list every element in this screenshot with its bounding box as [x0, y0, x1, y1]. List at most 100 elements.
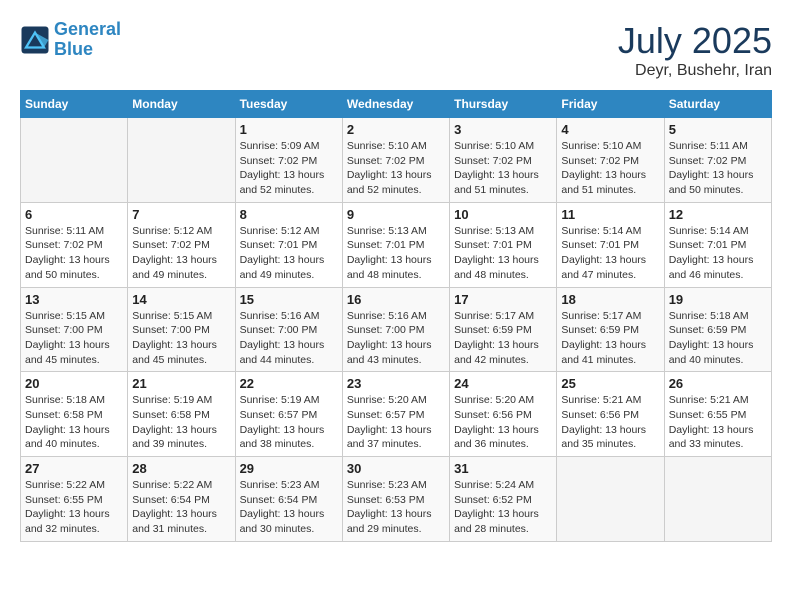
calendar-cell: 24 Sunrise: 5:20 AM Sunset: 6:56 PM Dayli… — [450, 372, 557, 457]
day-info: Sunrise: 5:20 AM Sunset: 6:57 PM Dayligh… — [347, 393, 445, 452]
day-info: Sunrise: 5:14 AM Sunset: 7:01 PM Dayligh… — [561, 224, 659, 283]
title-block: July 2025 Deyr, Bushehr, Iran — [618, 20, 772, 80]
calendar-week-row: 6Sunrise: 5:11 AM Sunset: 7:02 PM Daylig… — [21, 202, 772, 287]
day-number: 3 — [454, 122, 552, 137]
calendar-cell: 19 Sunrise: 5:18 AM Sunset: 6:59 PM Dayli… — [664, 287, 771, 372]
day-number: 15 — [240, 292, 338, 307]
calendar-cell: 10 Sunrise: 5:13 AM Sunset: 7:01 PM Dayli… — [450, 202, 557, 287]
calendar-table: SundayMondayTuesdayWednesdayThursdayFrid… — [20, 90, 772, 542]
day-number: 24 — [454, 376, 552, 391]
day-number: 27 — [25, 461, 123, 476]
calendar-week-row: 20 Sunrise: 5:18 AM Sunset: 6:58 PM Dayli… — [21, 372, 772, 457]
day-info: Sunrise: 5:18 AM Sunset: 6:58 PM Dayligh… — [25, 393, 123, 452]
day-number: 6 — [25, 207, 123, 222]
day-number: 30 — [347, 461, 445, 476]
day-number: 1 — [240, 122, 338, 137]
calendar-cell: 3Sunrise: 5:10 AM Sunset: 7:02 PM Daylig… — [450, 118, 557, 203]
calendar-cell — [664, 457, 771, 542]
calendar-cell: 12 Sunrise: 5:14 AM Sunset: 7:01 PM Dayli… — [664, 202, 771, 287]
day-info: Sunrise: 5:22 AM Sunset: 6:54 PM Dayligh… — [132, 478, 230, 537]
calendar-cell: 25 Sunrise: 5:21 AM Sunset: 6:56 PM Dayli… — [557, 372, 664, 457]
calendar-cell: 18 Sunrise: 5:17 AM Sunset: 6:59 PM Dayli… — [557, 287, 664, 372]
calendar-cell: 5Sunrise: 5:11 AM Sunset: 7:02 PM Daylig… — [664, 118, 771, 203]
page-header: General Blue July 2025 Deyr, Bushehr, Ir… — [20, 20, 772, 80]
calendar-header-row: SundayMondayTuesdayWednesdayThursdayFrid… — [21, 91, 772, 118]
day-header-tuesday: Tuesday — [235, 91, 342, 118]
logo-text: General Blue — [54, 20, 121, 60]
logo-icon — [20, 25, 50, 55]
calendar-cell: 8 Sunrise: 5:12 AM Sunset: 7:01 PM Daylig… — [235, 202, 342, 287]
calendar-cell: 31Sunrise: 5:24 AM Sunset: 6:52 PM Dayli… — [450, 457, 557, 542]
day-number: 2 — [347, 122, 445, 137]
day-info: Sunrise: 5:09 AM Sunset: 7:02 PM Dayligh… — [240, 139, 338, 198]
calendar-cell: 1 Sunrise: 5:09 AM Sunset: 7:02 PM Daylig… — [235, 118, 342, 203]
calendar-cell: 14Sunrise: 5:15 AM Sunset: 7:00 PM Dayli… — [128, 287, 235, 372]
day-info: Sunrise: 5:17 AM Sunset: 6:59 PM Dayligh… — [561, 309, 659, 368]
day-info: Sunrise: 5:12 AM Sunset: 7:02 PM Dayligh… — [132, 224, 230, 283]
day-info: Sunrise: 5:12 AM Sunset: 7:01 PM Dayligh… — [240, 224, 338, 283]
calendar-cell: 4 Sunrise: 5:10 AM Sunset: 7:02 PM Daylig… — [557, 118, 664, 203]
day-info: Sunrise: 5:22 AM Sunset: 6:55 PM Dayligh… — [25, 478, 123, 537]
calendar-cell: 22 Sunrise: 5:19 AM Sunset: 6:57 PM Dayli… — [235, 372, 342, 457]
calendar-cell: 15 Sunrise: 5:16 AM Sunset: 7:00 PM Dayli… — [235, 287, 342, 372]
day-info: Sunrise: 5:18 AM Sunset: 6:59 PM Dayligh… — [669, 309, 767, 368]
day-number: 13 — [25, 292, 123, 307]
day-info: Sunrise: 5:14 AM Sunset: 7:01 PM Dayligh… — [669, 224, 767, 283]
day-info: Sunrise: 5:11 AM Sunset: 7:02 PM Dayligh… — [669, 139, 767, 198]
day-number: 22 — [240, 376, 338, 391]
day-number: 20 — [25, 376, 123, 391]
day-number: 21 — [132, 376, 230, 391]
day-number: 25 — [561, 376, 659, 391]
calendar-cell — [557, 457, 664, 542]
day-info: Sunrise: 5:23 AM Sunset: 6:53 PM Dayligh… — [347, 478, 445, 537]
day-number: 7 — [132, 207, 230, 222]
day-info: Sunrise: 5:10 AM Sunset: 7:02 PM Dayligh… — [347, 139, 445, 198]
day-info: Sunrise: 5:19 AM Sunset: 6:57 PM Dayligh… — [240, 393, 338, 452]
calendar-cell: 9 Sunrise: 5:13 AM Sunset: 7:01 PM Daylig… — [342, 202, 449, 287]
day-number: 19 — [669, 292, 767, 307]
calendar-cell: 20 Sunrise: 5:18 AM Sunset: 6:58 PM Dayli… — [21, 372, 128, 457]
day-number: 4 — [561, 122, 659, 137]
day-number: 26 — [669, 376, 767, 391]
day-number: 10 — [454, 207, 552, 222]
day-number: 11 — [561, 207, 659, 222]
calendar-week-row: 13Sunrise: 5:15 AM Sunset: 7:00 PM Dayli… — [21, 287, 772, 372]
calendar-cell: 26Sunrise: 5:21 AM Sunset: 6:55 PM Dayli… — [664, 372, 771, 457]
day-header-wednesday: Wednesday — [342, 91, 449, 118]
day-number: 12 — [669, 207, 767, 222]
day-info: Sunrise: 5:13 AM Sunset: 7:01 PM Dayligh… — [347, 224, 445, 283]
day-number: 14 — [132, 292, 230, 307]
day-info: Sunrise: 5:19 AM Sunset: 6:58 PM Dayligh… — [132, 393, 230, 452]
logo: General Blue — [20, 20, 121, 60]
day-number: 18 — [561, 292, 659, 307]
day-number: 17 — [454, 292, 552, 307]
day-info: Sunrise: 5:20 AM Sunset: 6:56 PM Dayligh… — [454, 393, 552, 452]
day-number: 29 — [240, 461, 338, 476]
day-info: Sunrise: 5:16 AM Sunset: 7:00 PM Dayligh… — [347, 309, 445, 368]
day-info: Sunrise: 5:16 AM Sunset: 7:00 PM Dayligh… — [240, 309, 338, 368]
day-info: Sunrise: 5:24 AM Sunset: 6:52 PM Dayligh… — [454, 478, 552, 537]
calendar-cell — [21, 118, 128, 203]
calendar-cell: 21 Sunrise: 5:19 AM Sunset: 6:58 PM Dayli… — [128, 372, 235, 457]
month-title: July 2025 — [618, 20, 772, 62]
day-number: 28 — [132, 461, 230, 476]
day-header-sunday: Sunday — [21, 91, 128, 118]
day-header-saturday: Saturday — [664, 91, 771, 118]
logo-line1: General — [54, 19, 121, 39]
day-header-monday: Monday — [128, 91, 235, 118]
calendar-cell: 29Sunrise: 5:23 AM Sunset: 6:54 PM Dayli… — [235, 457, 342, 542]
calendar-cell: 23Sunrise: 5:20 AM Sunset: 6:57 PM Dayli… — [342, 372, 449, 457]
day-info: Sunrise: 5:17 AM Sunset: 6:59 PM Dayligh… — [454, 309, 552, 368]
day-info: Sunrise: 5:21 AM Sunset: 6:56 PM Dayligh… — [561, 393, 659, 452]
day-info: Sunrise: 5:10 AM Sunset: 7:02 PM Dayligh… — [561, 139, 659, 198]
day-header-thursday: Thursday — [450, 91, 557, 118]
calendar-cell: 27 Sunrise: 5:22 AM Sunset: 6:55 PM Dayli… — [21, 457, 128, 542]
location-subtitle: Deyr, Bushehr, Iran — [618, 62, 772, 80]
calendar-cell: 16 Sunrise: 5:16 AM Sunset: 7:00 PM Dayli… — [342, 287, 449, 372]
calendar-cell: 7 Sunrise: 5:12 AM Sunset: 7:02 PM Daylig… — [128, 202, 235, 287]
day-number: 16 — [347, 292, 445, 307]
day-number: 8 — [240, 207, 338, 222]
calendar-week-row: 27 Sunrise: 5:22 AM Sunset: 6:55 PM Dayli… — [21, 457, 772, 542]
day-info: Sunrise: 5:13 AM Sunset: 7:01 PM Dayligh… — [454, 224, 552, 283]
day-number: 9 — [347, 207, 445, 222]
